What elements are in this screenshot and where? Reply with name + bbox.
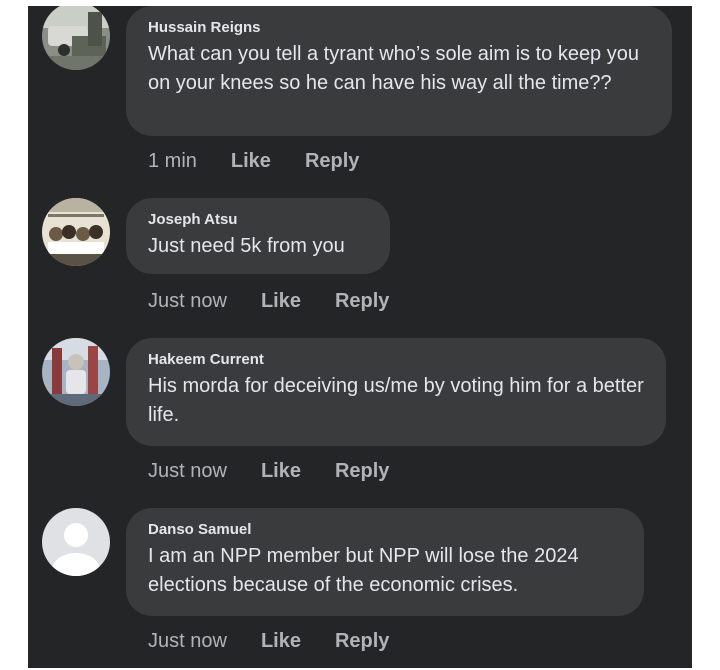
comment-actions: Just now Like Reply — [148, 628, 389, 654]
like-button[interactable]: Like — [261, 630, 301, 653]
avatar[interactable] — [42, 338, 110, 406]
comment-bubble: Hakeem Current His morda for deceiving u… — [126, 338, 666, 446]
default-avatar-icon[interactable] — [42, 508, 110, 576]
comment-text: I am an NPP member but NPP will lose the… — [148, 545, 579, 596]
comment-timestamp: Just now — [148, 289, 227, 312]
comment-actions: Just now Like Reply — [148, 288, 389, 314]
comment-author[interactable]: Hakeem Current — [148, 350, 644, 370]
comment-actions: Just now Like Reply — [148, 458, 389, 484]
comment-timestamp: Just now — [148, 629, 227, 652]
comment-bubble: Hussain Reigns What can you tell a tyran… — [126, 6, 672, 136]
comments-panel: Hussain Reigns What can you tell a tyran… — [28, 6, 692, 668]
like-button[interactable]: Like — [261, 290, 301, 313]
reply-button[interactable]: Reply — [335, 460, 389, 483]
comment-bubble: Joseph Atsu Just need 5k from you — [126, 198, 390, 274]
avatar[interactable] — [42, 6, 110, 70]
like-button[interactable]: Like — [261, 460, 301, 483]
comment-text: What can you tell a tyrant who’s sole ai… — [148, 43, 639, 94]
comment-author[interactable]: Joseph Atsu — [148, 210, 368, 230]
reply-button[interactable]: Reply — [335, 290, 389, 313]
comment-author[interactable]: Danso Samuel — [148, 520, 622, 540]
comment-timestamp: 1 min — [148, 149, 197, 172]
comment-text: His morda for deceiving us/me by voting … — [148, 375, 644, 426]
reply-button[interactable]: Reply — [305, 150, 359, 173]
comment-actions: 1 min Like Reply — [148, 148, 359, 174]
avatar[interactable] — [42, 198, 110, 266]
comment-bubble: Danso Samuel I am an NPP member but NPP … — [126, 508, 644, 616]
reply-button[interactable]: Reply — [335, 630, 389, 653]
like-button[interactable]: Like — [231, 150, 271, 173]
comment-author[interactable]: Hussain Reigns — [148, 18, 650, 38]
comment-text: Just need 5k from you — [148, 235, 345, 257]
comment-timestamp: Just now — [148, 459, 227, 482]
